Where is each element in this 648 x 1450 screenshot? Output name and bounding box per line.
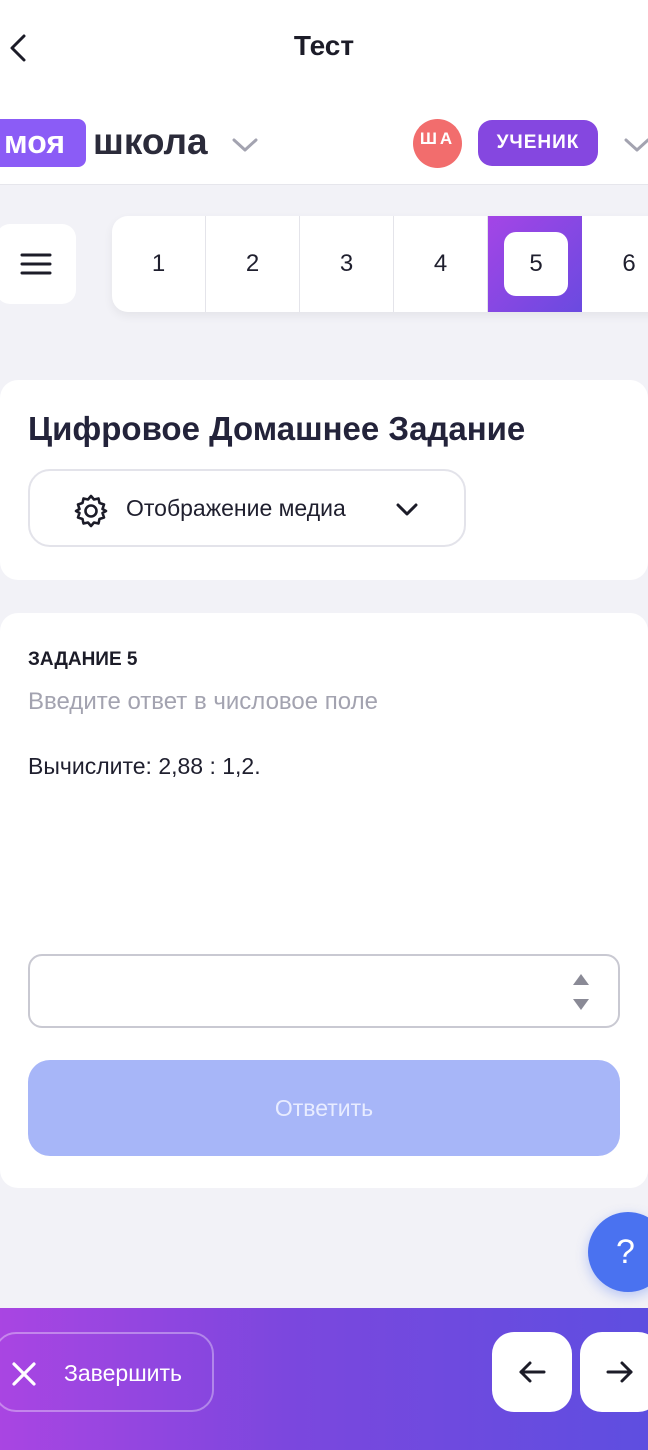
brand-logo-shkola: школа (93, 121, 208, 162)
bottom-action-bar: Завершить (0, 1308, 648, 1450)
question-tab-2[interactable]: 2 (206, 216, 300, 312)
brand-logo-moya: моя (0, 119, 86, 167)
page-title: Тест (293, 30, 355, 61)
brand-chevron-down-icon[interactable] (230, 134, 260, 156)
active-question-number: 5 (504, 232, 568, 296)
arrow-right-icon (606, 1361, 633, 1383)
question-tab-1[interactable]: 1 (112, 216, 206, 312)
help-button[interactable]: ? (588, 1212, 648, 1292)
question-navigator: 1 2 3 4 5 6 (112, 216, 648, 312)
question-tab-6[interactable]: 6 (582, 216, 648, 312)
number-stepper-icon[interactable] (570, 970, 592, 1014)
answer-input[interactable] (44, 964, 548, 1020)
submit-answer-button[interactable]: Ответить (28, 1060, 620, 1156)
next-question-button[interactable] (580, 1332, 648, 1412)
task-card: ЗАДАНИЕ 5 Введите ответ в числовое поле … (0, 613, 648, 1188)
menu-button[interactable] (0, 224, 76, 304)
finish-label: Завершить (64, 1360, 183, 1386)
previous-question-button[interactable] (492, 1332, 572, 1412)
arrow-left-icon (519, 1361, 546, 1383)
numeric-answer-field[interactable] (28, 954, 620, 1028)
question-tab-5-active[interactable]: 5 (488, 216, 582, 312)
role-badge[interactable]: УЧЕНИК (478, 120, 598, 166)
chevron-down-icon (396, 503, 418, 516)
gear-icon (74, 494, 108, 528)
top-bar: Тест моя школа ША УЧЕНИК (0, 0, 648, 185)
homework-header-card: Цифровое Домашнее Задание Отображение ме… (0, 380, 648, 580)
task-question-text: Вычислите: 2,88 : 1,2. (28, 753, 261, 779)
homework-title: Цифровое Домашнее Задание (28, 410, 526, 447)
hamburger-menu-icon (20, 253, 52, 275)
question-tab-4[interactable]: 4 (394, 216, 488, 312)
question-tab-3[interactable]: 3 (300, 216, 394, 312)
close-icon (12, 1362, 36, 1386)
media-dropdown-label: Отображение медиа (126, 495, 346, 521)
profile-chevron-down-icon[interactable] (622, 134, 648, 156)
task-number-label: ЗАДАНИЕ 5 (28, 649, 138, 670)
avatar[interactable]: ША (413, 119, 462, 168)
media-display-dropdown[interactable]: Отображение медиа (28, 469, 466, 547)
task-hint: Введите ответ в числовое поле (28, 688, 378, 715)
finish-test-button[interactable]: Завершить (0, 1332, 214, 1412)
